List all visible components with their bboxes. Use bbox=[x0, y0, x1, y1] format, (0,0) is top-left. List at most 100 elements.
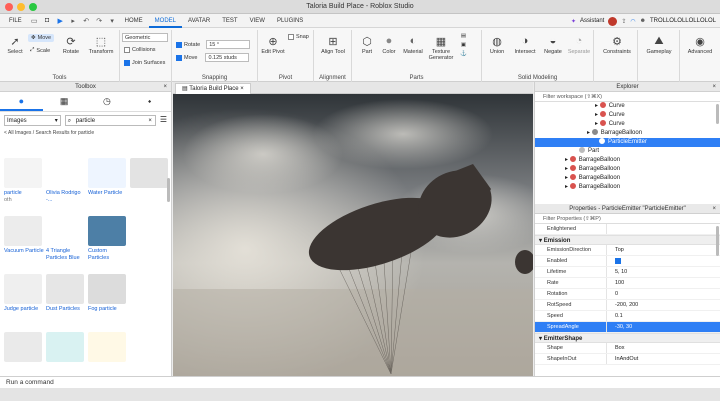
move-snap-checkbox[interactable] bbox=[176, 54, 182, 61]
toolbox-item[interactable]: Judge particle bbox=[4, 274, 44, 326]
separate-button[interactable]: ◔ Separate bbox=[564, 32, 594, 55]
users-icon[interactable]: ☻ bbox=[640, 18, 646, 24]
close-icon[interactable]: × bbox=[712, 82, 716, 92]
texture-generator-button[interactable]: ▦ Texture Generator bbox=[426, 32, 456, 62]
select-tool-button[interactable]: ➚ Select bbox=[0, 32, 30, 56]
properties-filter-input[interactable]: Filter Properties (⇧⌘P) bbox=[535, 214, 720, 224]
property-row[interactable]: Rotation 0 bbox=[535, 289, 720, 300]
scale-tool-button[interactable]: ⤢ Scale bbox=[30, 47, 50, 54]
property-row[interactable]: Speed 0.1 bbox=[535, 311, 720, 322]
move-snap-input[interactable]: 0.125 studs bbox=[205, 53, 250, 62]
expand-arrow-icon[interactable]: ▸ bbox=[595, 112, 600, 118]
share-icon[interactable]: ⇪ bbox=[621, 18, 626, 25]
play-icon[interactable]: ▶ bbox=[55, 15, 66, 26]
intersect-button[interactable]: ◑ Intersect bbox=[510, 32, 540, 55]
material-button[interactable]: ◐ Material bbox=[398, 32, 428, 55]
property-row[interactable]: ShapeInOut InAndOut bbox=[535, 354, 720, 365]
property-value[interactable] bbox=[607, 224, 720, 234]
property-value[interactable]: 5, 10 bbox=[607, 267, 720, 277]
open-icon[interactable]: ▭ bbox=[29, 15, 40, 26]
command-bar[interactable]: Run a command bbox=[0, 376, 720, 388]
toolbox-item[interactable]: Custom Particles bbox=[88, 216, 128, 268]
explorer-item[interactable]: ▸ BarrageBalloon bbox=[535, 183, 720, 192]
tab-home[interactable]: HOME bbox=[119, 14, 149, 28]
assistant-button[interactable]: Assistant bbox=[580, 18, 604, 24]
toolbox-item[interactable]: Fog particle bbox=[88, 274, 128, 326]
tab-recent[interactable]: ◷ bbox=[86, 92, 129, 111]
collisions-toggle[interactable]: Collisions bbox=[124, 47, 156, 53]
anchor-icon[interactable]: ⚓ bbox=[460, 51, 467, 57]
advanced-button[interactable]: ◉ Advanced bbox=[685, 32, 715, 56]
close-icon[interactable]: × bbox=[712, 204, 716, 214]
explorer-item[interactable]: ▸ BarrageBalloon bbox=[535, 165, 720, 174]
property-value[interactable]: 0.1 bbox=[607, 311, 720, 321]
tab-place[interactable]: ▤ Taloria Build Place × bbox=[175, 83, 251, 94]
snap-toggle[interactable]: Snap bbox=[288, 34, 309, 40]
collisions-checkbox[interactable] bbox=[124, 47, 130, 53]
toolbox-item[interactable]: Dust Particles bbox=[46, 274, 86, 326]
redo-icon[interactable]: ↷ bbox=[94, 15, 105, 26]
expand-arrow-icon[interactable]: ▸ bbox=[565, 157, 570, 163]
edit-pivot-button[interactable]: ⊕ Edit Pivot bbox=[258, 32, 288, 56]
avatar[interactable] bbox=[608, 16, 618, 26]
mode-select[interactable]: Geometric bbox=[122, 33, 168, 42]
constraints-button[interactable]: ⚙ Constraints bbox=[602, 32, 632, 56]
property-row[interactable]: Rate 100 bbox=[535, 278, 720, 289]
item-creator[interactable]: oth bbox=[4, 197, 44, 203]
rotate-snap-checkbox[interactable] bbox=[176, 41, 182, 48]
assistant-icon[interactable]: ✦ bbox=[571, 18, 576, 25]
command-input[interactable]: Run a command bbox=[6, 379, 54, 386]
expand-arrow-icon[interactable]: ▸ bbox=[565, 175, 570, 181]
property-row[interactable]: Enlightened bbox=[535, 224, 720, 235]
join-surfaces-toggle[interactable]: Join Surfaces bbox=[124, 60, 165, 66]
lock-icon[interactable]: ▣ bbox=[461, 42, 466, 48]
toolbox-item[interactable]: particle oth bbox=[4, 158, 44, 210]
expand-arrow-icon[interactable]: ▸ bbox=[565, 184, 570, 190]
property-value[interactable]: 100 bbox=[607, 278, 720, 288]
explorer-item[interactable]: ▸ BarrageBalloon bbox=[535, 174, 720, 183]
toolbox-item[interactable]: Olivia Rodrigo -... bbox=[46, 158, 86, 210]
expand-arrow-icon[interactable]: ▸ bbox=[587, 130, 592, 136]
category-dropdown[interactable]: Images ▾ bbox=[4, 115, 61, 126]
tab-inventory[interactable]: ▦ bbox=[43, 92, 86, 111]
tab-marketplace[interactable]: ● bbox=[0, 92, 43, 111]
minimize-window-button[interactable] bbox=[17, 3, 25, 11]
scene-render[interactable] bbox=[173, 94, 533, 376]
property-value[interactable]: 0 bbox=[607, 289, 720, 299]
snap-checkbox[interactable] bbox=[288, 34, 294, 40]
property-row[interactable]: Lifetime 5, 10 bbox=[535, 267, 720, 278]
gameplay-button[interactable]: ⛰ Gameplay bbox=[644, 32, 674, 56]
rotate-tool-button[interactable]: ⟳ Rotate bbox=[56, 32, 86, 56]
tab-creations[interactable]: ⬩ bbox=[128, 92, 171, 111]
enabled-checkbox[interactable] bbox=[615, 258, 621, 264]
toolbox-item[interactable]: 4 Triangle Particles Blue bbox=[46, 216, 86, 268]
expand-arrow-icon[interactable]: ▸ bbox=[595, 103, 600, 109]
expand-arrow-icon[interactable]: ▸ bbox=[565, 166, 570, 172]
mode-value[interactable]: Geometric bbox=[122, 33, 168, 42]
transform-tool-button[interactable]: ⬚ Transform bbox=[86, 32, 116, 56]
explorer-filter-input[interactable]: Filter workspace (⇧⌘X) bbox=[535, 92, 720, 102]
emitter-shape-section[interactable]: ▾ EmitterShape bbox=[535, 333, 720, 343]
tab-plugins[interactable]: PLUGINS bbox=[271, 14, 309, 28]
explorer-item[interactable]: Part bbox=[535, 147, 720, 156]
toolbox-item[interactable] bbox=[130, 274, 170, 326]
align-tool-button[interactable]: ⊞ Align Tool bbox=[318, 32, 348, 56]
properties-scrollbar[interactable] bbox=[716, 226, 719, 256]
property-row[interactable]: EmissionDirection Top bbox=[535, 245, 720, 256]
toolbox-item[interactable]: Vacuum Particle bbox=[4, 216, 44, 268]
group-icon[interactable]: ▤ bbox=[461, 33, 466, 39]
3d-viewport[interactable] bbox=[173, 94, 533, 376]
toolbox-item[interactable] bbox=[130, 216, 170, 268]
join-surfaces-checkbox[interactable] bbox=[124, 60, 130, 66]
toolbox-scrollbar[interactable] bbox=[167, 178, 170, 202]
tab-file[interactable]: FILE bbox=[3, 14, 28, 28]
tab-model[interactable]: MODEL bbox=[148, 14, 183, 28]
close-icon[interactable]: × bbox=[163, 82, 167, 92]
property-row[interactable]: RotSpeed -200, 200 bbox=[535, 300, 720, 311]
toolbox-search-input[interactable]: ⌕ particle × bbox=[64, 115, 156, 126]
property-value[interactable]: -200, 200 bbox=[607, 300, 720, 310]
explorer-item[interactable]: ParticleEmitter bbox=[535, 138, 720, 147]
dropdown-icon[interactable]: ▾ bbox=[107, 15, 118, 26]
explorer-item[interactable]: ▸ Curve bbox=[535, 120, 720, 129]
toolbox-item[interactable] bbox=[130, 158, 170, 210]
